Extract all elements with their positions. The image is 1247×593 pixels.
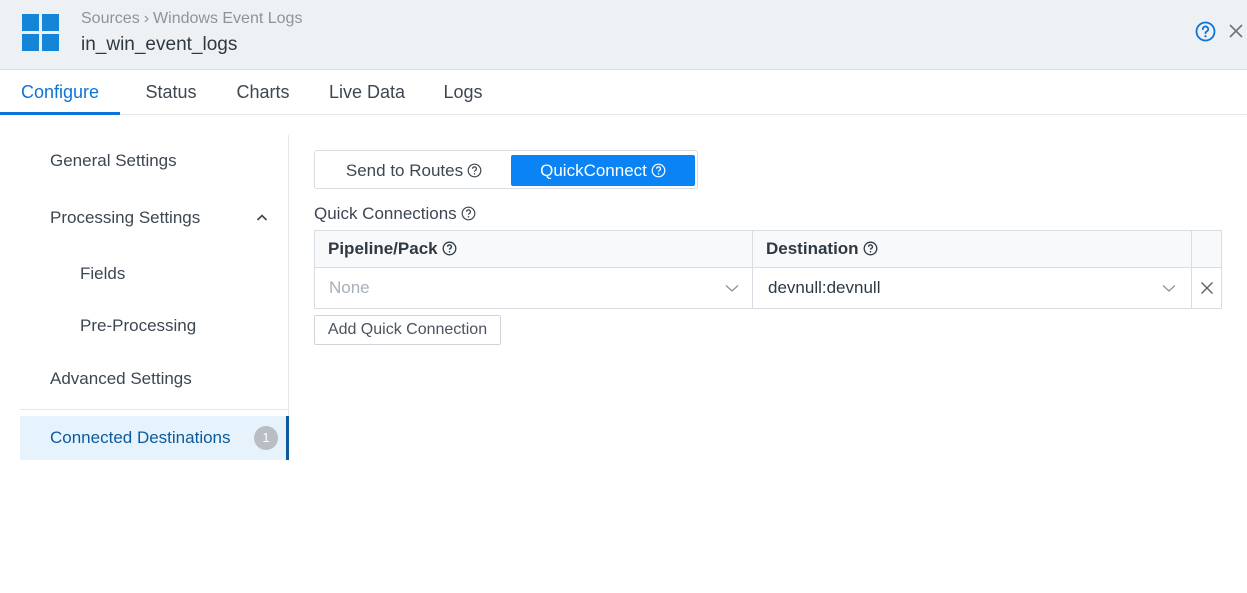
chevron-up-icon[interactable] bbox=[256, 212, 268, 224]
breadcrumb: Sources › Windows Event Logs bbox=[81, 10, 302, 28]
windows-logo-icon bbox=[22, 14, 59, 51]
sidebar-item-advanced-settings[interactable]: Advanced Settings bbox=[20, 359, 288, 399]
sidebar-item-general-settings[interactable]: General Settings bbox=[20, 141, 288, 181]
send-to-routes-option[interactable]: Send to Routes bbox=[319, 155, 509, 186]
add-quick-connection-button[interactable]: Add Quick Connection bbox=[314, 315, 501, 345]
sidebar-item-label: Fields bbox=[80, 264, 126, 283]
help-circle-icon[interactable] bbox=[863, 241, 878, 256]
header-bar: Sources › Windows Event Logs in_win_event_… bbox=[0, 0, 1247, 70]
column-header-label: Pipeline/Pack bbox=[328, 239, 438, 258]
help-circle-icon[interactable] bbox=[461, 206, 476, 221]
tab-bar: Configure Status Charts Live Data Logs bbox=[0, 70, 1247, 115]
help-circle-icon[interactable] bbox=[442, 241, 457, 256]
quick-connections-table: Pipeline/Pack Destination None devnull:d… bbox=[314, 230, 1222, 309]
send-to-routes-label: Send to Routes bbox=[345, 161, 464, 180]
count-badge: 1 bbox=[254, 426, 278, 450]
sidebar-item-label: General Settings bbox=[50, 151, 177, 170]
sidebar-item-fields[interactable]: Fields bbox=[20, 254, 288, 294]
sidebar-item-label: Connected Destinations bbox=[50, 428, 231, 447]
page-title: in_win_event_logs bbox=[81, 34, 238, 55]
sidebar-item-label: Processing Settings bbox=[50, 208, 201, 227]
breadcrumb-windows-event-logs[interactable]: Windows Event Logs bbox=[153, 10, 302, 27]
quickconnect-option[interactable]: QuickConnect bbox=[511, 155, 695, 186]
quick-connections-label: Quick Connections bbox=[314, 204, 476, 224]
column-header-pipeline-pack: Pipeline/Pack bbox=[315, 231, 753, 268]
chevron-down-icon bbox=[725, 285, 739, 292]
tab-logs[interactable]: Logs bbox=[432, 70, 494, 115]
pipeline-select-value: None bbox=[329, 278, 370, 297]
sidebar-item-processing-settings[interactable]: Processing Settings bbox=[20, 198, 288, 238]
quickconnect-label: QuickConnect bbox=[540, 161, 647, 180]
help-circle-icon[interactable] bbox=[467, 163, 482, 178]
pipeline-select[interactable]: None bbox=[315, 268, 753, 308]
sidebar-item-connected-destinations[interactable]: Connected Destinations 1 bbox=[20, 416, 289, 460]
destination-select-value: devnull:devnull bbox=[768, 278, 881, 297]
breadcrumb-sources[interactable]: Sources bbox=[81, 10, 140, 27]
tab-status[interactable]: Status bbox=[132, 70, 210, 115]
tab-configure[interactable]: Configure bbox=[0, 70, 120, 115]
breadcrumb-separator: › bbox=[143, 10, 150, 27]
connection-mode-toggle: Send to Routes QuickConnect bbox=[314, 150, 698, 189]
tab-live-data[interactable]: Live Data bbox=[318, 70, 416, 115]
close-icon bbox=[1201, 282, 1213, 294]
column-header-actions bbox=[1192, 231, 1221, 268]
remove-connection-button[interactable] bbox=[1192, 268, 1221, 308]
tab-charts[interactable]: Charts bbox=[226, 70, 300, 115]
help-circle-icon[interactable] bbox=[1195, 21, 1216, 42]
destination-select[interactable]: devnull:devnull bbox=[753, 268, 1192, 308]
close-icon[interactable] bbox=[1227, 22, 1245, 40]
sidebar-divider bbox=[20, 409, 288, 410]
sidebar-item-pre-processing[interactable]: Pre-Processing bbox=[20, 306, 288, 346]
quick-connections-text: Quick Connections bbox=[314, 204, 457, 223]
chevron-down-icon bbox=[1162, 285, 1176, 292]
settings-sidebar: General Settings Processing Settings Fie… bbox=[20, 135, 289, 460]
help-circle-icon[interactable] bbox=[651, 163, 666, 178]
column-header-label: Destination bbox=[766, 239, 859, 258]
column-header-destination: Destination bbox=[753, 231, 1192, 268]
sidebar-item-label: Advanced Settings bbox=[50, 369, 192, 388]
sidebar-item-label: Pre-Processing bbox=[80, 316, 197, 335]
